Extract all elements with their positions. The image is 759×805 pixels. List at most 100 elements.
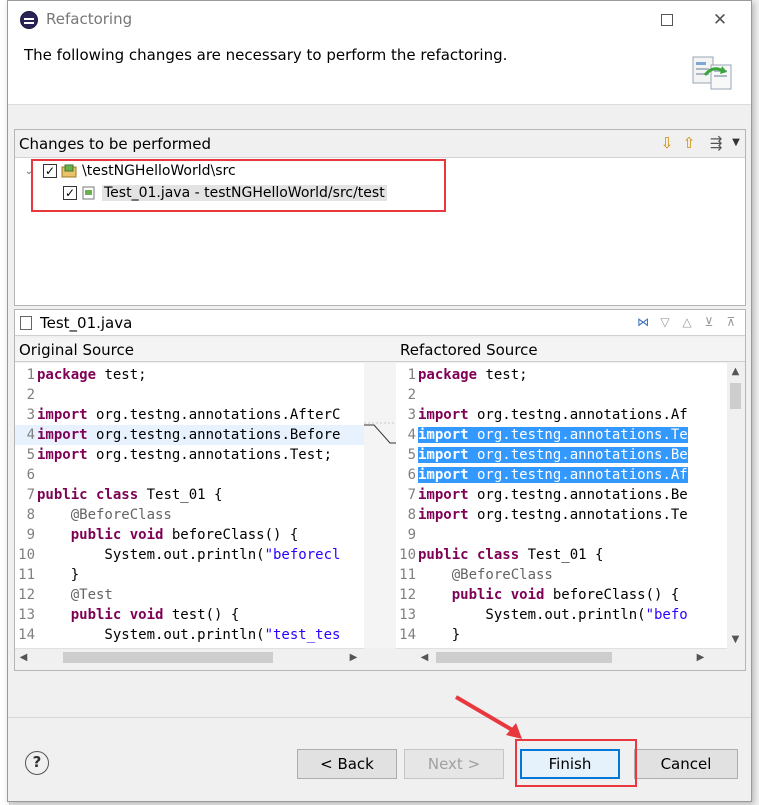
code-text: System.out.println("befo: [418, 607, 688, 623]
code-line: 9 public void beforeClass() {: [15, 525, 364, 545]
refactoring-dialog: Refactoring ✕ The following changes are …: [7, 0, 752, 802]
diff-connector: [364, 422, 396, 444]
scroll-left-arrow[interactable]: ◀: [15, 649, 32, 666]
code-text: }: [37, 567, 80, 583]
code-keyword: public void: [70, 527, 164, 543]
next-change-icon[interactable]: ⇩: [658, 134, 676, 152]
code-text: import org.testng.annotations.Be: [418, 447, 688, 463]
code-line: 9: [396, 525, 727, 545]
line-number: 12: [399, 587, 416, 603]
back-button[interactable]: < Back: [297, 749, 397, 779]
code-line: 8 import org.testng.annotations.Te: [396, 505, 727, 525]
code-line: 5 import org.testng.annotations.Test;: [15, 445, 364, 465]
code-text: public class Test_01 {: [418, 547, 604, 563]
compare-viewer: Test_01.java ⋈ ▽ △ ⊻ ⊼ Original Source R…: [14, 309, 746, 671]
line-number: 7: [407, 487, 416, 503]
scroll-thumb[interactable]: [436, 652, 612, 663]
center-gutter-header: [364, 338, 396, 362]
code-text: import org.testng.annotations.AfterC: [37, 407, 341, 423]
scroll-right-arrow[interactable]: ▶: [345, 649, 362, 666]
code-text: package test;: [418, 367, 528, 383]
help-button[interactable]: ?: [25, 751, 49, 775]
code-line: 2: [15, 385, 364, 405]
code-line: 5 import org.testng.annotations.Be: [396, 445, 727, 465]
code-string: "befo: [645, 607, 688, 623]
next-button[interactable]: Next >: [404, 749, 504, 779]
code-keyword: package: [418, 367, 478, 383]
previous-difference-icon[interactable]: △: [679, 314, 695, 330]
code-line: 13 System.out.println("befo: [396, 605, 727, 625]
close-icon: ✕: [712, 10, 728, 30]
scroll-down-arrow[interactable]: ▼: [727, 631, 744, 648]
code-string: "test_tes: [264, 627, 341, 643]
code-text: System.out.println("beforecl: [37, 547, 341, 563]
line-number: 1: [26, 367, 35, 383]
code-keyword: package: [37, 367, 97, 383]
right-vertical-scrollbar[interactable]: ▲ ▼: [727, 363, 744, 648]
line-number: 1: [407, 367, 416, 383]
left-horizontal-scrollbar[interactable]: ◀ ▶: [15, 648, 364, 665]
line-number: 6: [407, 467, 416, 483]
line-number: 12: [18, 587, 35, 603]
code-line: 14 System.out.println("test_tes: [15, 625, 364, 645]
code-keyword: import: [418, 467, 469, 483]
previous-change-icon[interactable]: ⊼: [723, 314, 739, 330]
code-text: import org.testng.annotations.Be: [418, 487, 688, 503]
close-button[interactable]: ✕: [705, 7, 735, 33]
line-number: 9: [407, 527, 416, 543]
maximize-button[interactable]: [652, 7, 682, 33]
changes-tree-panel: Changes to be performed ⇩ ⇧ ⇶ ▼ ⌄ ✓ \tes…: [14, 129, 746, 306]
line-number: 8: [407, 507, 416, 523]
compare-toolbar: ⋈ ▽ △ ⊻ ⊼: [635, 314, 739, 330]
filter-icon[interactable]: ⇶: [707, 134, 725, 152]
code-text: import org.testng.annotations.Te: [418, 507, 688, 523]
code-text: import org.testng.annotations.Before: [37, 427, 341, 443]
refactored-source-header: Refactored Source: [396, 338, 745, 362]
refactored-source-pane[interactable]: 1 package test; 2 3 import org.testng.annota…: [396, 363, 727, 648]
code-keyword: public void: [70, 607, 164, 623]
line-number: 14: [399, 627, 416, 643]
java-file-icon: [20, 316, 32, 330]
code-line: 4 import org.testng.annotations.Te: [396, 425, 727, 445]
line-number: 13: [18, 607, 35, 623]
changes-heading: Changes to be performed: [19, 135, 211, 153]
title-bar[interactable]: Refactoring ✕: [8, 1, 751, 39]
scroll-right-arrow[interactable]: ▶: [692, 649, 709, 666]
code-line: 10 System.out.println("beforecl: [15, 545, 364, 565]
code-keyword: import: [37, 447, 88, 463]
line-number: 4: [407, 427, 416, 443]
code-keyword: import: [37, 427, 88, 443]
code-line: 7 import org.testng.annotations.Be: [396, 485, 727, 505]
annotation-arrow: [454, 695, 522, 739]
line-number: 10: [399, 547, 416, 563]
scroll-left-arrow[interactable]: ◀: [416, 649, 433, 666]
annotation-highlight-box: [31, 159, 446, 212]
view-menu-icon[interactable]: ▼: [727, 134, 745, 152]
code-line: 6 import org.testng.annotations.Af: [396, 465, 727, 485]
right-horizontal-scrollbar[interactable]: ◀ ▶: [396, 648, 727, 665]
code-line: 2: [396, 385, 727, 405]
code-text: @BeforeClass: [70, 507, 172, 523]
line-number: 5: [407, 447, 416, 463]
scroll-thumb[interactable]: [730, 383, 741, 409]
swap-sides-icon[interactable]: ⋈: [635, 314, 651, 330]
code-string: "beforecl: [264, 547, 341, 563]
code-line: 3 import org.testng.annotations.Af: [396, 405, 727, 425]
scroll-thumb[interactable]: [63, 652, 273, 663]
refactoring-wizard-icon: [692, 56, 732, 90]
compare-header: Test_01.java ⋈ ▽ △ ⊻ ⊼: [15, 310, 745, 336]
code-keyword: import: [418, 487, 469, 503]
code-line: 7 public class Test_01 {: [15, 485, 364, 505]
code-text: import org.testng.annotations.Te: [418, 427, 688, 443]
previous-change-icon[interactable]: ⇧: [680, 134, 698, 152]
next-change-icon[interactable]: ⊻: [701, 314, 717, 330]
next-difference-icon[interactable]: ▽: [657, 314, 673, 330]
code-keyword: public class: [418, 547, 520, 563]
line-number: 11: [399, 567, 416, 583]
code-text: public void beforeClass() {: [70, 527, 299, 543]
original-source-pane[interactable]: 1 package test; 2 3 import org.testng.annota…: [15, 363, 364, 648]
code-keyword: public class: [37, 487, 139, 503]
scroll-up-arrow[interactable]: ▲: [727, 363, 744, 380]
code-text: public void beforeClass() {: [451, 587, 680, 603]
cancel-button[interactable]: Cancel: [634, 749, 738, 779]
